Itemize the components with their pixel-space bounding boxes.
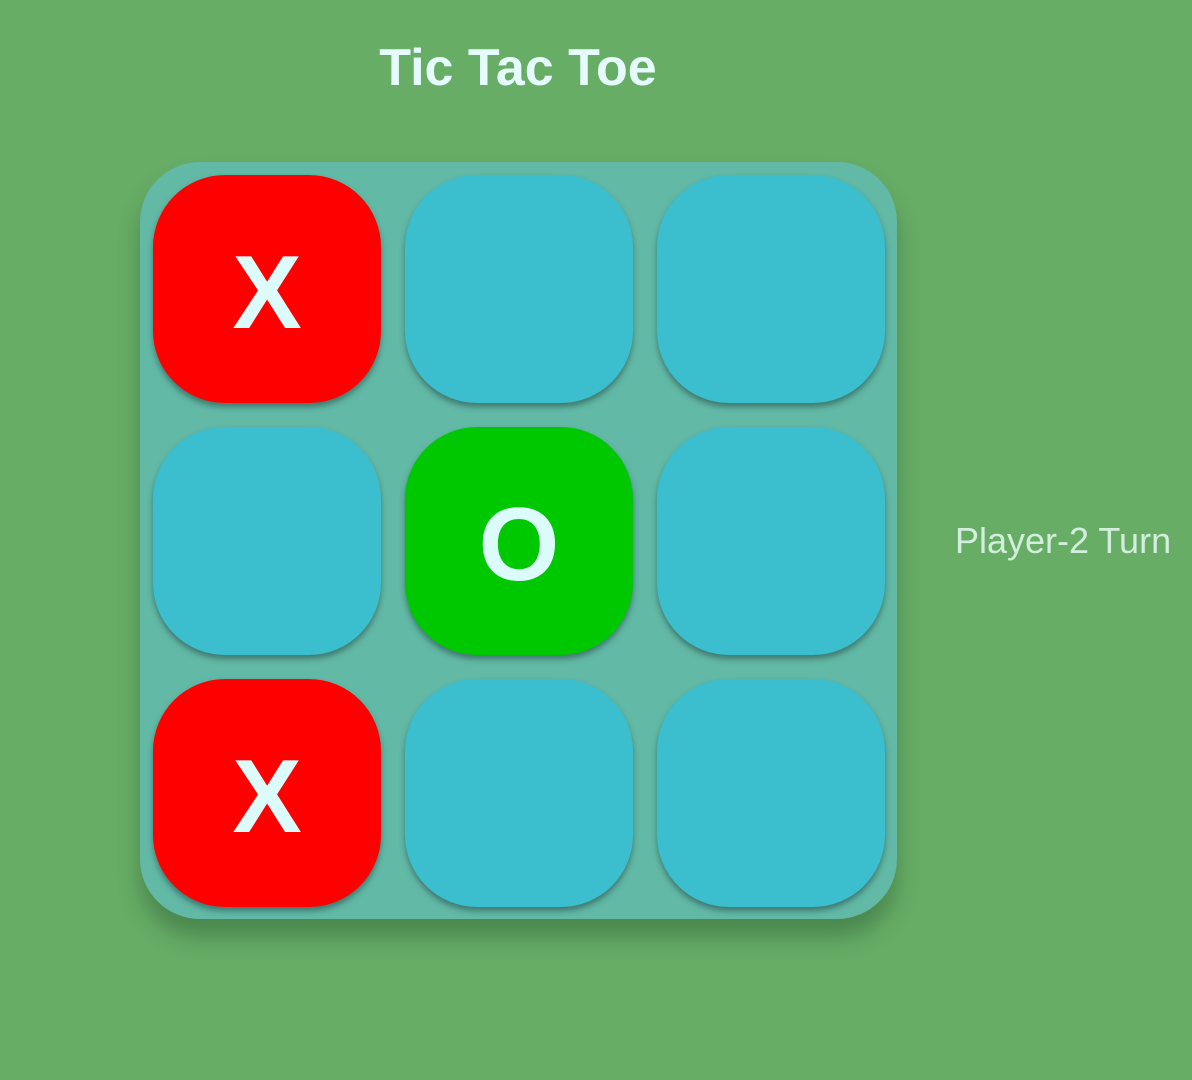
game-board: X O X [140,162,897,919]
board-cell-2[interactable] [405,175,633,403]
turn-status: Player-2 Turn [955,520,1172,561]
board-cell-3[interactable] [657,175,885,403]
board-cell-9[interactable] [657,679,885,907]
board-cell-7[interactable]: X [153,679,381,907]
cell-mark: X [232,235,302,351]
cell-mark: X [232,739,302,855]
board-cell-4[interactable] [153,427,381,655]
page-title: Tic Tac Toe [379,39,657,97]
board-cell-1[interactable]: X [153,175,381,403]
cell-mark: O [478,487,560,603]
game-screen: Tic Tac Toe X O X Player-2 Turn [0,0,1192,1080]
board-cell-5[interactable]: O [405,427,633,655]
board-cell-6[interactable] [657,427,885,655]
board-cell-8[interactable] [405,679,633,907]
